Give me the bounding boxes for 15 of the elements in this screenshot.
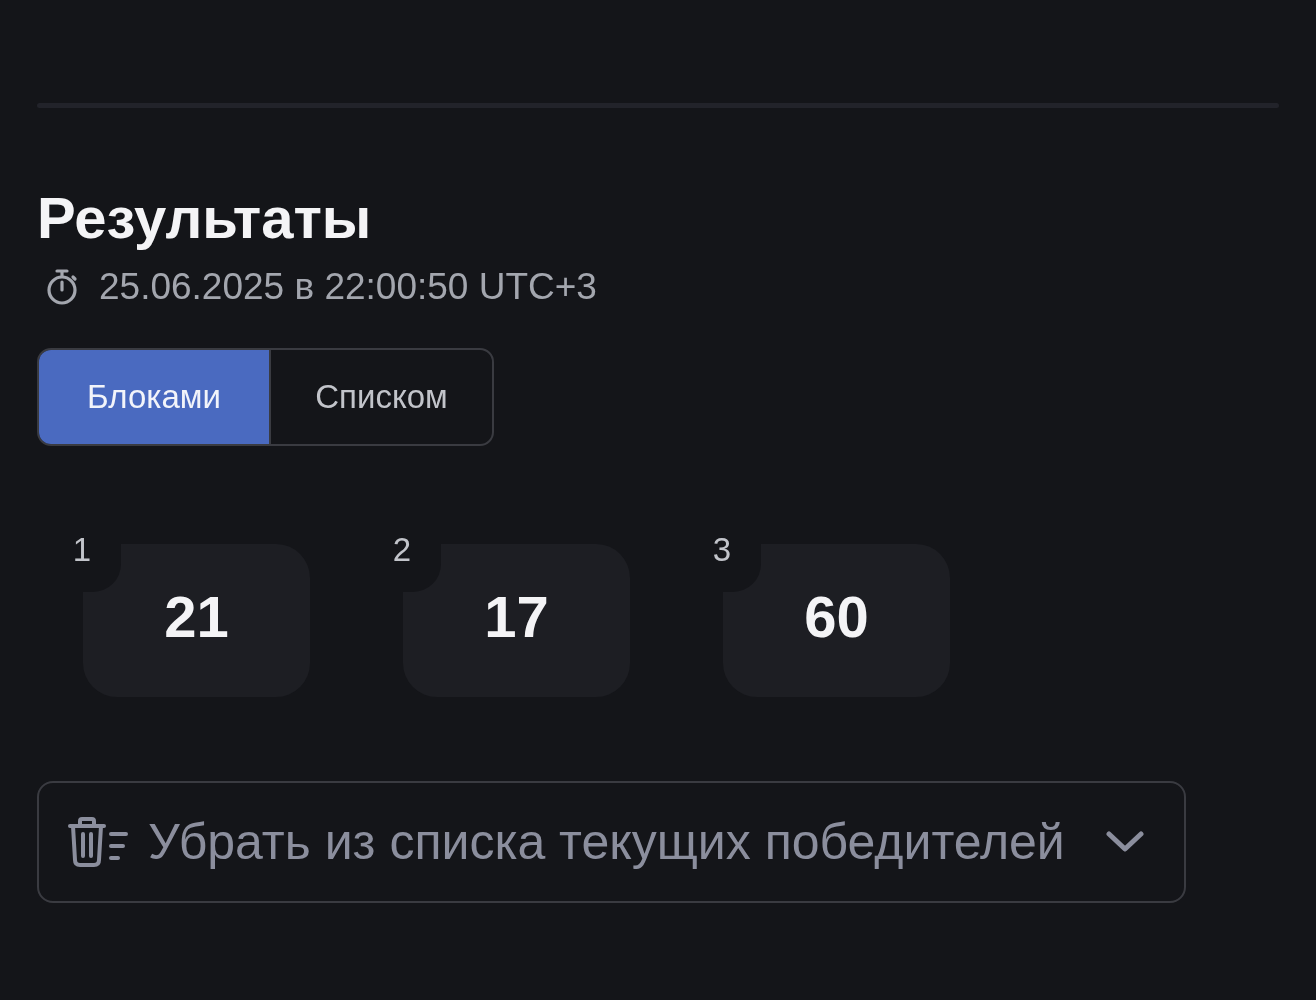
rank-number: 2 (392, 531, 412, 569)
result-number: 21 (164, 584, 229, 650)
stopwatch-icon (46, 269, 78, 305)
result-number: 17 (484, 584, 549, 650)
rank-number: 1 (72, 531, 92, 569)
section-title: Результаты (37, 186, 372, 250)
chevron-down-icon (1106, 831, 1144, 853)
remove-winners-dropdown[interactable]: Убрать из списка текущих победителей (37, 781, 1186, 903)
result-number: 60 (804, 584, 869, 650)
trash-list-icon (68, 817, 129, 867)
timestamp: 25.06.2025 в 22:00:50 UTC+3 (99, 266, 597, 308)
rank-number: 3 (712, 531, 732, 569)
view-tab[interactable]: Блоками (39, 350, 269, 444)
dropdown-label: Убрать из списка текущих победителей (148, 813, 1065, 871)
view-tab[interactable]: Списком (269, 350, 492, 444)
